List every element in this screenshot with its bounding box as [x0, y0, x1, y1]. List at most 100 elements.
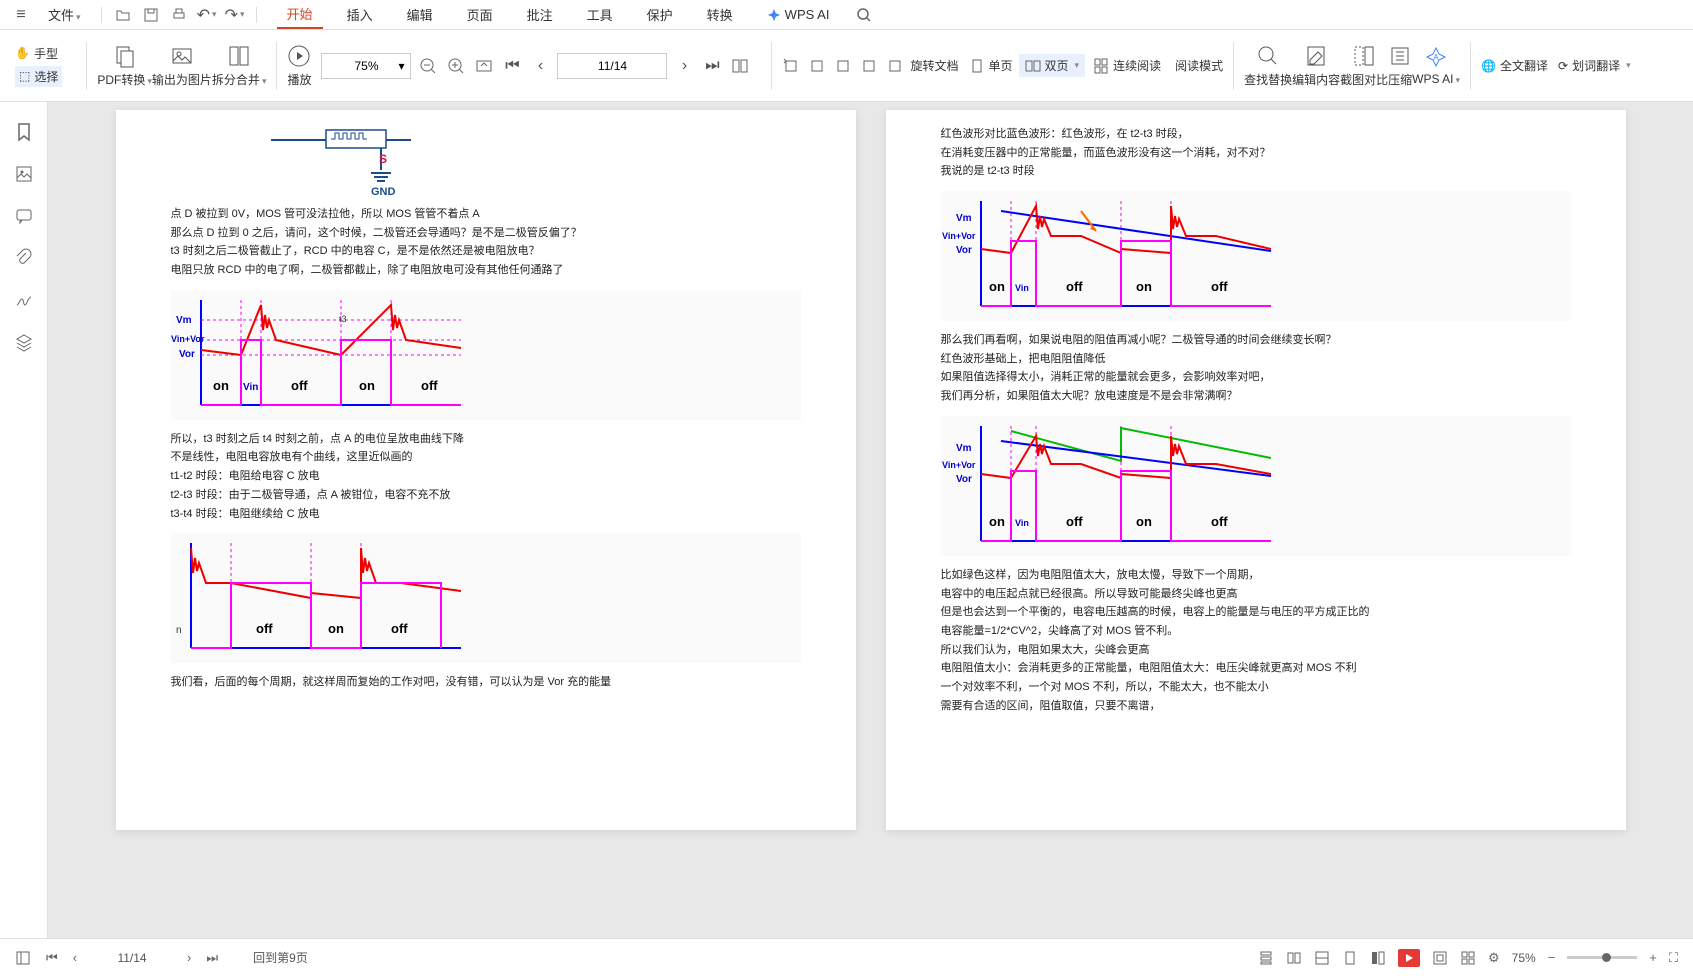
compress[interactable]: 压缩: [1388, 44, 1412, 88]
status-first-icon[interactable]: ⏮: [46, 950, 58, 966]
text-line: 不是线性，电阻电容放电有个曲线，这里近似画的: [171, 448, 801, 467]
rotate-doc[interactable]: 旋转文档: [910, 57, 958, 74]
rotate-alt3[interactable]: [886, 57, 904, 75]
tab-convert[interactable]: 转换: [697, 1, 743, 28]
sign-icon[interactable]: [14, 290, 34, 310]
layers-icon[interactable]: [14, 332, 34, 352]
svg-text:off: off: [391, 621, 408, 636]
word-translate[interactable]: ⟳划词翻译▾: [1558, 57, 1631, 74]
text-line: 那么点 D 拉到 0 之后，请问，这个时候，二极管还会导通吗？是不是二极管反偏了…: [171, 224, 801, 243]
view-mode-2-icon[interactable]: [1286, 950, 1302, 966]
rotate-alt[interactable]: [834, 57, 852, 75]
thumbnail-icon[interactable]: [14, 164, 34, 184]
undo-icon[interactable]: ↶▾: [196, 4, 218, 26]
document-viewport[interactable]: S GND 点 D 被拉到 0V，MOS 管可没法拉他，所以 MOS 管管不着点…: [48, 102, 1693, 938]
search-icon[interactable]: [853, 4, 875, 26]
settings-icon[interactable]: ⚙: [1488, 950, 1500, 966]
zoom-slider[interactable]: [1567, 956, 1637, 959]
zoom-in-icon[interactable]: [445, 55, 467, 77]
svg-text:Vin+Vor: Vin+Vor: [942, 460, 976, 470]
book-icon[interactable]: [729, 55, 751, 77]
text-line: 红色波形对比蓝色波形：红色波形，在 t2-t3 时段，: [941, 125, 1571, 144]
svg-text:Vor: Vor: [956, 245, 972, 256]
continuous-read[interactable]: 连续阅读: [1093, 57, 1161, 74]
view-mode-1-icon[interactable]: [1258, 950, 1274, 966]
waveform-diagram-r2: Vm Vin+Vor Vor on Vin off on off: [941, 416, 1571, 556]
print-icon[interactable]: [168, 4, 190, 26]
wps-ai-tool[interactable]: AWPS AI▾: [1412, 45, 1460, 86]
double-page[interactable]: 双页▾: [1019, 54, 1086, 77]
svg-text:on: on: [213, 378, 229, 393]
svg-text:S: S: [379, 152, 387, 166]
menu-icon[interactable]: ≡: [10, 4, 32, 26]
first-page-icon[interactable]: ⏮: [501, 55, 523, 77]
file-menu[interactable]: 文件▾: [38, 1, 91, 28]
sidebar-toggle-icon[interactable]: [15, 950, 31, 966]
prev-page-icon[interactable]: ‹: [529, 55, 551, 77]
zoom-select[interactable]: 75%▾: [321, 53, 411, 79]
svg-text:on: on: [1136, 279, 1152, 294]
view-mode-4-icon[interactable]: [1342, 950, 1358, 966]
bookmark-icon[interactable]: [14, 122, 34, 142]
find-replace[interactable]: 查找替换: [1244, 44, 1292, 88]
tab-comment[interactable]: 批注: [517, 1, 563, 28]
svg-text:off: off: [1066, 514, 1083, 529]
play-status-icon[interactable]: [1398, 949, 1420, 967]
rotate-right[interactable]: [808, 57, 826, 75]
single-page[interactable]: 单页: [969, 57, 1013, 74]
last-page-icon[interactable]: ⏭: [701, 55, 723, 77]
rotate-left[interactable]: [782, 57, 800, 75]
svg-text:on: on: [989, 514, 1005, 529]
tab-protect[interactable]: 保护: [637, 1, 683, 28]
select-tool[interactable]: ⬚选择: [15, 66, 62, 87]
save-icon[interactable]: [140, 4, 162, 26]
tab-insert[interactable]: 插入: [337, 1, 383, 28]
view-mode-3-icon[interactable]: [1314, 950, 1330, 966]
fullscreen-icon[interactable]: ⛶: [1669, 950, 1678, 966]
full-translate[interactable]: 🌐全文翻译: [1481, 57, 1548, 74]
svg-text:off: off: [256, 621, 273, 636]
tab-page[interactable]: 页面: [457, 1, 503, 28]
pdf-convert[interactable]: PDF转换▾: [97, 44, 152, 88]
svg-text:on: on: [359, 378, 375, 393]
text-line: 电阻阻值太小：会消耗更多的正常能量，电阻阻值太大：电压尖峰就更高对 MOS 不利: [941, 659, 1571, 678]
redo-icon[interactable]: ↷▾: [224, 4, 246, 26]
tab-start[interactable]: 开始: [277, 0, 323, 29]
text-line: 红色波形基础上，把电阻阻值降低: [941, 350, 1571, 369]
export-image[interactable]: 输出为图片: [152, 44, 212, 88]
fit-icon[interactable]: [473, 55, 495, 77]
svg-text:on: on: [328, 621, 344, 636]
attachment-icon[interactable]: [14, 248, 34, 268]
rotate-alt2[interactable]: [860, 57, 878, 75]
back-to-page[interactable]: 回到第9页: [253, 949, 308, 966]
open-icon[interactable]: [112, 4, 134, 26]
zoom-out-icon[interactable]: [417, 55, 439, 77]
next-page-icon[interactable]: ›: [673, 55, 695, 77]
zoom-out-status[interactable]: −: [1548, 950, 1556, 965]
edit-content[interactable]: 编辑内容: [1292, 44, 1340, 88]
page-input[interactable]: 11/14: [557, 53, 667, 79]
svg-text:n: n: [176, 625, 182, 636]
view-mode-7-icon[interactable]: [1460, 950, 1476, 966]
page-left: S GND 点 D 被拉到 0V，MOS 管可没法拉他，所以 MOS 管管不着点…: [116, 110, 856, 830]
tab-tools[interactable]: 工具: [577, 1, 623, 28]
zoom-in-status[interactable]: +: [1649, 950, 1657, 965]
split-merge[interactable]: 拆分合并▾: [212, 44, 267, 88]
status-next-icon[interactable]: ›: [187, 950, 191, 965]
status-prev-icon[interactable]: ‹: [73, 950, 77, 965]
hand-tool[interactable]: ✋手型: [15, 45, 62, 62]
play-button[interactable]: 播放: [287, 44, 311, 88]
page-right: 红色波形对比蓝色波形：红色波形，在 t2-t3 时段， 在消耗变压器中的正常能量…: [886, 110, 1626, 830]
svg-text:Vor: Vor: [179, 349, 195, 360]
screenshot-compare[interactable]: 截图对比: [1340, 44, 1388, 88]
tab-edit[interactable]: 编辑: [397, 1, 443, 28]
tab-wps-ai[interactable]: WPS AI: [757, 3, 840, 26]
read-mode[interactable]: 阅读模式: [1175, 57, 1223, 74]
svg-text:off: off: [291, 378, 308, 393]
text-line: 但是也会达到一个平衡的，电容电压越高的时候，电容上的能量是与电压的平方成正比的: [941, 603, 1571, 622]
status-last-icon[interactable]: ⏭: [206, 950, 218, 966]
view-mode-6-icon[interactable]: [1432, 950, 1448, 966]
svg-text:Vm: Vm: [956, 443, 972, 454]
comment-icon[interactable]: [14, 206, 34, 226]
view-mode-5-icon[interactable]: [1370, 950, 1386, 966]
